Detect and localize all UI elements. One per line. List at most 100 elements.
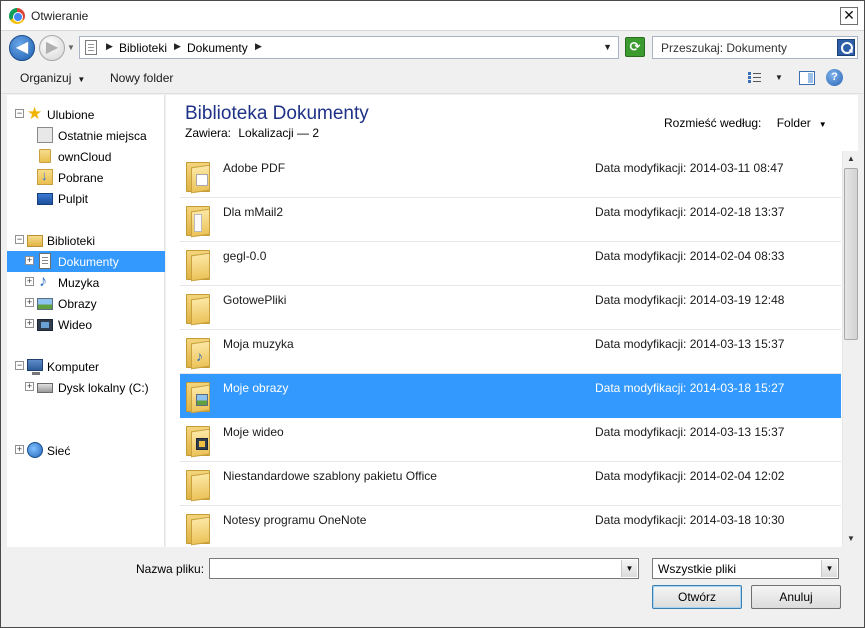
dialog-footer: Nazwa pliku: ▼ Wszystkie pliki ▼ Otwórz … bbox=[1, 547, 864, 627]
folder-icon bbox=[186, 206, 210, 238]
file-type-value: Wszystkie pliki bbox=[658, 562, 737, 576]
nav-label: Muzyka bbox=[58, 276, 100, 290]
nav-item-documents[interactable]: + Dokumenty bbox=[7, 251, 165, 272]
scrollbar-thumb[interactable] bbox=[844, 168, 858, 340]
nav-computer[interactable]: − Komputer bbox=[7, 356, 165, 377]
date-value: 2014-03-18 15:27 bbox=[689, 381, 785, 395]
date-value: 2014-03-13 15:37 bbox=[689, 337, 785, 351]
help-icon[interactable]: ? bbox=[826, 69, 843, 86]
scroll-down-button[interactable]: ▼ bbox=[843, 531, 859, 547]
date-label: Data modyfikacji: bbox=[595, 337, 687, 351]
file-name: GotowePliki bbox=[223, 293, 287, 307]
collapse-icon[interactable]: − bbox=[15, 361, 24, 370]
arrange-by-dropdown[interactable]: Folder ▼ bbox=[777, 116, 827, 130]
date-value: 2014-03-13 15:37 bbox=[689, 425, 785, 439]
music-icon: ♪ bbox=[39, 273, 47, 290]
date-label: Data modyfikacji: bbox=[595, 161, 687, 175]
expand-icon[interactable]: + bbox=[25, 277, 34, 286]
nav-item-recent-places[interactable]: Ostatnie miejsca bbox=[7, 125, 165, 146]
nav-libraries[interactable]: − Biblioteki bbox=[7, 230, 165, 251]
refresh-button[interactable]: ⟳ bbox=[625, 37, 645, 57]
file-row[interactable]: Moje wideo Data modyfikacji: 2014-03-13 1… bbox=[180, 418, 841, 462]
nav-label: Pobrane bbox=[58, 171, 104, 185]
file-row[interactable]: GotowePliki Data modyfikacji: 2014-03-19 … bbox=[180, 286, 841, 330]
folder-icon bbox=[186, 382, 210, 414]
nav-item-desktop[interactable]: Pulpit bbox=[7, 188, 165, 209]
breadcrumb-libraries[interactable]: Biblioteki bbox=[119, 41, 167, 55]
includes-locations-link[interactable]: Lokalizacji — 2 bbox=[238, 126, 319, 140]
favorites-star-icon: ★ bbox=[27, 104, 43, 123]
date-label: Data modyfikacji: bbox=[595, 205, 687, 219]
file-row[interactable]: ♪ Moja muzyka Data modyfikacji: 2014-03-13… bbox=[180, 330, 841, 374]
folder-icon: ♪ bbox=[186, 338, 210, 370]
file-name: Adobe PDF bbox=[223, 161, 286, 175]
new-folder-button[interactable]: Nowy folder bbox=[110, 71, 173, 85]
file-type-select[interactable]: Wszystkie pliki ▼ bbox=[652, 558, 839, 579]
expand-icon[interactable]: + bbox=[25, 256, 34, 265]
nav-label: Ostatnie miejsca bbox=[58, 129, 147, 143]
breadcrumb-documents[interactable]: Dokumenty bbox=[187, 41, 248, 55]
collapse-icon[interactable]: − bbox=[15, 109, 24, 118]
folder-icon bbox=[39, 149, 51, 163]
nav-item-pictures[interactable]: + Obrazy bbox=[7, 293, 165, 314]
file-name: Dla mMail2 bbox=[223, 205, 284, 219]
address-bar[interactable]: ▶ Biblioteki ▶ Dokumenty ▶ ▼ bbox=[79, 36, 619, 59]
forward-button[interactable]: ▶ bbox=[39, 35, 65, 61]
change-view-icon[interactable] bbox=[748, 71, 762, 85]
scroll-up-button[interactable]: ▲ bbox=[843, 151, 859, 167]
file-row[interactable]: Dla mMail2 Data modyfikacji: 2014-02-18 1… bbox=[180, 198, 841, 242]
nav-network[interactable]: + Sieć bbox=[7, 440, 165, 461]
close-button[interactable]: ✕ bbox=[840, 7, 858, 25]
library-title: Biblioteka Dokumenty bbox=[185, 103, 369, 124]
nav-item-music[interactable]: + ♪ Muzyka bbox=[7, 272, 165, 293]
arrange-by: Rozmieść według: Folder ▼ bbox=[664, 116, 827, 130]
expand-icon[interactable]: + bbox=[25, 382, 34, 391]
file-row[interactable]: gegl-0.0 Data modyfikacji: 2014-02-04 08:… bbox=[180, 242, 841, 286]
nav-item-downloads[interactable]: Pobrane bbox=[7, 167, 165, 188]
file-row[interactable]: Notesy programu OneNote Data modyfikacji:… bbox=[180, 506, 841, 547]
file-type-dropdown-button[interactable]: ▼ bbox=[821, 560, 837, 577]
search-box[interactable]: Przeszukaj: Dokumenty bbox=[652, 36, 858, 59]
expand-icon[interactable]: + bbox=[25, 298, 34, 307]
expand-icon[interactable]: + bbox=[15, 445, 24, 454]
file-modified-date: Data modyfikacji: 2014-03-18 15:27 bbox=[595, 381, 784, 395]
folder-icon bbox=[186, 470, 210, 502]
nav-favorites[interactable]: − ★ Ulubione bbox=[7, 104, 165, 125]
nav-item-owncloud[interactable]: ownCloud bbox=[7, 146, 165, 167]
pictures-icon bbox=[37, 298, 53, 310]
nav-label-libraries: Biblioteki bbox=[47, 234, 96, 248]
cancel-button[interactable]: Anuluj bbox=[751, 585, 841, 609]
recent-locations-dropdown[interactable]: ▼ bbox=[67, 43, 75, 52]
date-value: 2014-03-11 08:47 bbox=[689, 161, 784, 175]
vertical-scrollbar[interactable]: ▲ ▼ bbox=[842, 151, 859, 547]
preview-pane-icon[interactable] bbox=[799, 71, 815, 85]
collapse-icon[interactable]: − bbox=[15, 235, 24, 244]
video-icon bbox=[37, 319, 53, 331]
organize-button[interactable]: Organizuj ▼ bbox=[20, 71, 85, 85]
local-disk-icon bbox=[37, 383, 53, 393]
file-row[interactable]: Niestandardowe szablony pakietu Office Da… bbox=[180, 462, 841, 506]
search-icon[interactable] bbox=[837, 39, 855, 56]
breadcrumb-separator-icon[interactable]: ▶ bbox=[106, 41, 113, 52]
nav-item-local-disk[interactable]: + Dysk lokalny (C:) bbox=[7, 377, 165, 398]
view-options-dropdown[interactable]: ▼ bbox=[775, 73, 783, 82]
search-input[interactable]: Przeszukaj: Dokumenty bbox=[661, 41, 787, 55]
filename-dropdown-button[interactable]: ▼ bbox=[621, 560, 637, 577]
file-row[interactable]: Moje obrazy Data modyfikacji: 2014-03-18 … bbox=[180, 374, 841, 418]
file-name: Niestandardowe szablony pakietu Office bbox=[223, 469, 437, 483]
nav-label-network: Sieć bbox=[47, 444, 71, 458]
breadcrumb-separator-icon[interactable]: ▶ bbox=[174, 41, 181, 52]
expand-icon[interactable]: + bbox=[25, 319, 34, 328]
file-row[interactable]: Adobe PDF Data modyfikacji: 2014-03-11 08… bbox=[180, 154, 841, 198]
network-icon bbox=[27, 442, 43, 458]
address-history-dropdown[interactable]: ▼ bbox=[603, 42, 612, 52]
documents-icon bbox=[39, 253, 51, 269]
breadcrumb-separator-icon[interactable]: ▶ bbox=[255, 41, 262, 52]
filename-input[interactable]: ▼ bbox=[209, 558, 639, 579]
file-name: gegl-0.0 bbox=[223, 249, 267, 263]
nav-label: ownCloud bbox=[58, 150, 112, 164]
back-button[interactable]: ◀ bbox=[9, 35, 35, 61]
file-modified-date: Data modyfikacji: 2014-02-04 08:33 bbox=[595, 249, 784, 263]
nav-item-video[interactable]: + Wideo bbox=[7, 314, 165, 335]
open-button[interactable]: Otwórz bbox=[652, 585, 742, 609]
